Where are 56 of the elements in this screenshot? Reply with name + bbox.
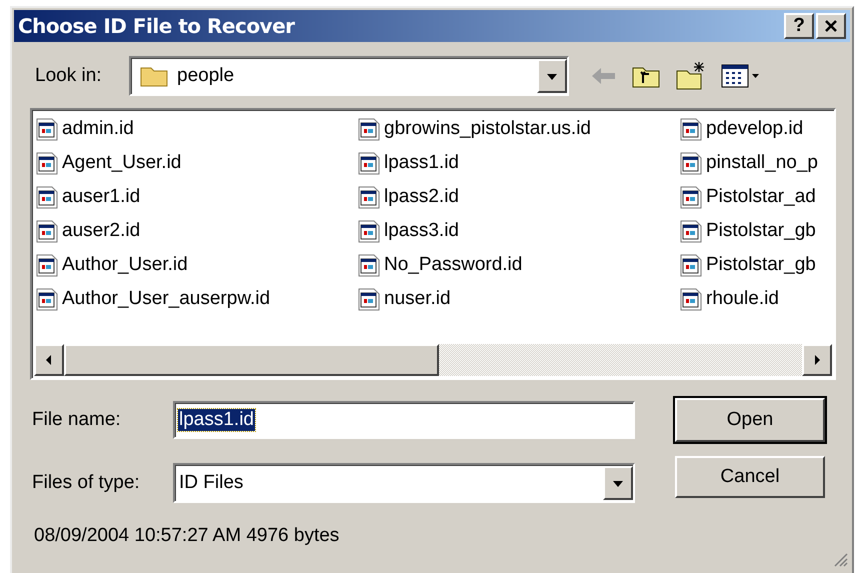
file-icon (679, 184, 703, 210)
file-icon (357, 218, 381, 244)
file-item[interactable]: Pistolstar_ad (679, 181, 819, 213)
file-name-label: File name: (32, 409, 122, 431)
close-button[interactable] (816, 13, 846, 39)
file-name-field[interactable]: lpass1.id (173, 401, 635, 439)
view-menu-button[interactable] (721, 63, 761, 89)
file-icon (35, 116, 59, 142)
file-icon (679, 252, 703, 278)
file-item[interactable]: No_Password.id (357, 249, 526, 281)
horizontal-scrollbar[interactable] (34, 344, 832, 376)
file-item[interactable]: rhoule.id (679, 283, 782, 315)
scroll-left-button[interactable] (34, 344, 64, 376)
file-icon (679, 286, 703, 312)
file-item[interactable]: pdevelop.id (679, 113, 806, 145)
file-icon (357, 116, 381, 142)
file-item[interactable]: lpass2.id (357, 181, 462, 213)
file-icon (35, 184, 59, 210)
file-icon (357, 150, 381, 176)
look-in-label: Look in: (35, 65, 103, 87)
file-item[interactable]: auser2.id (35, 215, 144, 247)
file-item[interactable]: admin.id (35, 113, 137, 145)
file-icon (35, 150, 59, 176)
file-item[interactable]: Author_User.id (35, 249, 191, 281)
file-icon (679, 218, 703, 244)
file-item[interactable]: auser1.id (35, 181, 144, 213)
scroll-right-button[interactable] (802, 344, 832, 376)
file-icon (679, 116, 703, 142)
file-item[interactable]: pinstall_no_p (679, 147, 821, 179)
file-item[interactable]: nuser.id (357, 283, 454, 315)
help-button[interactable]: ? (784, 13, 814, 39)
file-icon (357, 184, 381, 210)
file-item[interactable]: Pistolstar_gb (679, 215, 819, 247)
file-item[interactable]: Pistolstar_gb (679, 249, 819, 281)
file-item[interactable]: Author_User_auserpw.id (35, 283, 274, 315)
look-in-dropdown[interactable]: people (129, 56, 569, 96)
window-title: Choose ID File to Recover (18, 14, 295, 38)
file-icon (357, 286, 381, 312)
file-icon (35, 218, 59, 244)
file-item[interactable]: gbrowins_pistolstar.us.id (357, 113, 594, 145)
scroll-thumb[interactable] (64, 344, 439, 376)
new-folder-button[interactable] (675, 61, 707, 91)
close-icon (824, 20, 838, 32)
file-icon (679, 150, 703, 176)
open-button[interactable]: Open (675, 398, 825, 442)
file-item[interactable]: Agent_User.id (35, 147, 184, 179)
file-icon (35, 252, 59, 278)
file-item[interactable]: lpass1.id (357, 147, 462, 179)
file-type-dropdown[interactable]: ID Files (173, 463, 635, 503)
cancel-button[interactable]: Cancel (675, 456, 825, 498)
file-item[interactable]: lpass3.id (357, 215, 462, 247)
file-icon (357, 252, 381, 278)
resize-grip-icon[interactable] (832, 551, 848, 567)
status-text: 08/09/2004 10:57:27 AM 4976 bytes (34, 525, 340, 547)
file-icon (35, 286, 59, 312)
file-type-label: Files of type: (32, 472, 141, 494)
